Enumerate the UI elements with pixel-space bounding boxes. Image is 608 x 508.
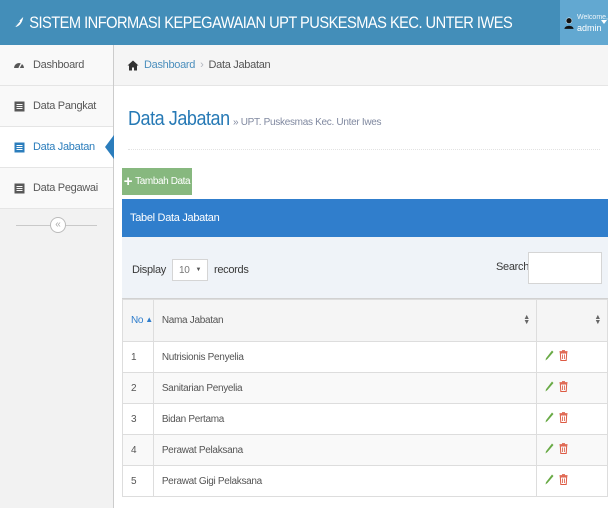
pencil-icon[interactable] — [545, 381, 554, 392]
column-header-actions[interactable]: ▲ ▼ — [535, 299, 608, 342]
cell-actions — [535, 403, 608, 435]
home-icon — [127, 60, 139, 70]
trash-icon[interactable] — [559, 412, 568, 423]
sidebar-item-dashboard[interactable]: Dashboard — [0, 45, 113, 86]
table-panel-heading: Tabel Data Jabatan — [122, 199, 608, 237]
tachometer-icon — [13, 59, 25, 71]
column-header-nama-jabatan[interactable]: Nama Jabatan ▲ ▼ — [152, 299, 537, 342]
jabatan-table: No ▲ Nama Jabatan ▲ ▼ ▲ ▼ 1 Nutrisionis Peny… — [122, 299, 608, 497]
table-body: 1 Nutrisionis Penyelia 2 Sanitarian Penyeli… — [122, 341, 608, 497]
cell-no: 1 — [122, 341, 154, 373]
brand-title: SISTEM INFORMASI KEPEGAWAIAN UPT PUSKESM… — [29, 12, 513, 32]
records-per-page-value: 10 — [178, 264, 190, 276]
length-control: Display 10 ▼ records — [132, 259, 249, 281]
trash-icon[interactable] — [559, 350, 568, 361]
display-prefix: Display — [132, 264, 166, 276]
cell-actions — [535, 372, 608, 404]
display-suffix: records — [213, 264, 249, 276]
cell-no: 4 — [122, 434, 154, 466]
sidebar: Dashboard Data Pangkat Data Jabatan Data… — [0, 45, 114, 508]
cell-actions — [535, 341, 608, 373]
cell-no: 5 — [122, 465, 154, 497]
pencil-icon[interactable] — [545, 350, 554, 361]
table-row: 3 Bidan Pertama — [122, 403, 608, 435]
cell-nama-jabatan: Perawat Gigi Pelaksana — [152, 465, 537, 497]
sidebar-item-data-jabatan[interactable]: Data Jabatan — [0, 127, 114, 168]
table-controls: Display 10 ▼ records Search: — [122, 237, 608, 299]
sort-asc-icon: ▲ — [145, 315, 153, 324]
page-title: Data Jabatan — [128, 108, 230, 130]
plus-icon: + — [123, 172, 133, 190]
add-data-label: Tambah Data — [135, 176, 191, 187]
pencil-icon[interactable] — [545, 412, 554, 423]
page-subtitle: » UPT. Puskesmas Kec. Unter Iwes — [232, 117, 382, 128]
trash-icon[interactable] — [559, 443, 568, 454]
cell-no: 3 — [122, 403, 154, 435]
cell-actions — [535, 465, 608, 497]
sidebar-item-label: Data Pangkat — [33, 100, 97, 112]
leaf-icon — [12, 16, 24, 29]
search-input[interactable] — [528, 252, 602, 284]
sort-icon: ▲ ▼ — [523, 314, 530, 326]
cell-nama-jabatan: Perawat Pelaksana — [152, 434, 537, 466]
top-navbar: SISTEM INFORMASI KEPEGAWAIAN UPT PUSKESM… — [0, 0, 608, 45]
cell-actions — [535, 434, 608, 466]
table-row: 5 Perawat Gigi Pelaksana — [122, 465, 608, 497]
page-header: Data Jabatan » UPT. Puskesmas Kec. Unter… — [128, 108, 600, 150]
user-menu[interactable]: Welcome, admin — [560, 0, 608, 45]
sort-icon: ▲ ▼ — [594, 314, 601, 326]
records-per-page-select[interactable]: 10 ▼ — [171, 259, 208, 281]
sidebar-collapse-row: « — [0, 209, 113, 243]
list-icon — [13, 182, 25, 194]
breadcrumb-home-link[interactable]: Dashboard — [144, 59, 195, 71]
sidebar-item-label: Data Pegawai — [33, 182, 98, 194]
table-header-row: No ▲ Nama Jabatan ▲ ▼ ▲ ▼ — [122, 299, 608, 342]
cell-no: 2 — [122, 372, 154, 404]
sidebar-item-label: Dashboard — [33, 59, 85, 71]
cell-nama-jabatan: Bidan Pertama — [152, 403, 537, 435]
search-label: Search: — [496, 261, 532, 273]
sidebar-item-data-pangkat[interactable]: Data Pangkat — [0, 86, 113, 127]
user-name: admin — [577, 22, 602, 33]
table-row: 4 Perawat Pelaksana — [122, 434, 608, 466]
breadcrumb-current: Data Jabatan — [208, 59, 271, 71]
table-row: 1 Nutrisionis Penyelia — [122, 341, 608, 373]
breadcrumb-separator: › — [200, 59, 204, 71]
column-header-no[interactable]: No ▲ — [122, 299, 154, 342]
dropdown-arrow-icon: ▼ — [195, 267, 202, 273]
pencil-icon[interactable] — [545, 443, 554, 454]
sidebar-collapse-button[interactable]: « — [50, 217, 66, 233]
avatar-icon — [564, 17, 574, 29]
list-icon — [13, 100, 25, 112]
table-row: 2 Sanitarian Penyelia — [122, 372, 608, 404]
add-data-button[interactable]: + Tambah Data — [122, 168, 192, 195]
cell-nama-jabatan: Sanitarian Penyelia — [152, 372, 537, 404]
brand[interactable]: SISTEM INFORMASI KEPEGAWAIAN UPT PUSKESM… — [0, 12, 513, 33]
trash-icon[interactable] — [559, 381, 568, 392]
list-icon — [13, 141, 25, 153]
pencil-icon[interactable] — [545, 474, 554, 485]
sidebar-item-label: Data Jabatan — [33, 141, 95, 153]
trash-icon[interactable] — [559, 474, 568, 485]
sidebar-item-data-pegawai[interactable]: Data Pegawai — [0, 168, 113, 209]
breadcrumb: Dashboard › Data Jabatan — [114, 45, 608, 86]
cell-nama-jabatan: Nutrisionis Penyelia — [152, 341, 537, 373]
caret-down-icon — [601, 20, 607, 24]
